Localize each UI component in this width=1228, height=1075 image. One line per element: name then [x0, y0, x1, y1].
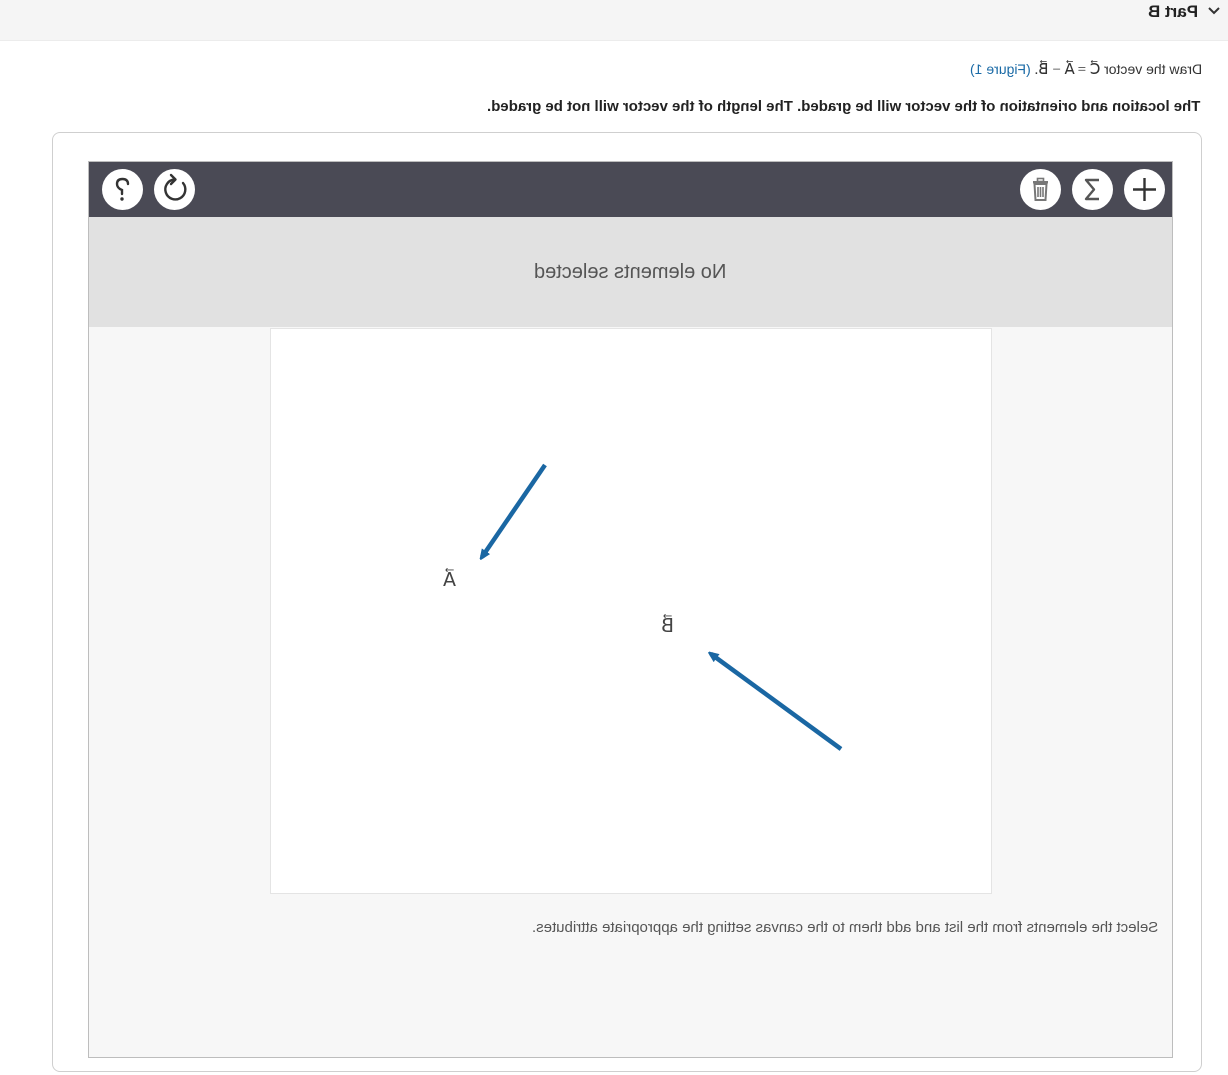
- trash-icon: [1033, 177, 1048, 201]
- selection-status-bar: No elements selected: [89, 217, 1172, 327]
- help-icon: [115, 177, 130, 201]
- question-prompt: Draw the vector C⃗ = A⃗ − B⃗. (Figure 1): [970, 60, 1202, 79]
- reset-icon: [164, 173, 187, 201]
- vector-b-arrow[interactable]: [711, 654, 843, 751]
- help-button[interactable]: [102, 169, 143, 210]
- chevron-down-icon[interactable]: [1206, 3, 1222, 19]
- delete-button[interactable]: [1020, 169, 1061, 210]
- add-icon: [1133, 178, 1156, 201]
- part-title[interactable]: Part B: [1148, 2, 1198, 22]
- prompt-lead: Draw the vector: [1103, 61, 1202, 77]
- vector-b-label: B⃗: [661, 616, 675, 637]
- vector-a-arrow[interactable]: [482, 463, 547, 557]
- sum-button[interactable]: [1072, 169, 1113, 210]
- figure-link[interactable]: (Figure 1): [970, 61, 1031, 77]
- vector-a-label: A⃗: [443, 570, 456, 591]
- drawing-tool: No elements selected A⃗ B⃗ Select the el…: [88, 161, 1173, 1058]
- add-button[interactable]: [1124, 169, 1165, 210]
- part-title-text: Part B: [1147, 2, 1198, 21]
- instruction-text: The location and orientation of the vect…: [486, 98, 1200, 115]
- grading-instruction: The location and orientation of the vect…: [487, 98, 1200, 115]
- sum-icon: [1084, 178, 1099, 201]
- toolbar: [89, 162, 1172, 217]
- drawing-canvas[interactable]: A⃗ B⃗: [270, 328, 992, 894]
- reset-button[interactable]: [154, 169, 195, 210]
- prompt-equation: C⃗ = A⃗ − B⃗.: [1034, 62, 1101, 78]
- canvas-hint-text: Select the elements from the list and ad…: [531, 919, 1158, 936]
- canvas-hint: Select the elements from the list and ad…: [532, 919, 1158, 936]
- selection-status: No elements selected: [534, 260, 727, 283]
- part-header[interactable]: Part B: [0, 0, 1228, 41]
